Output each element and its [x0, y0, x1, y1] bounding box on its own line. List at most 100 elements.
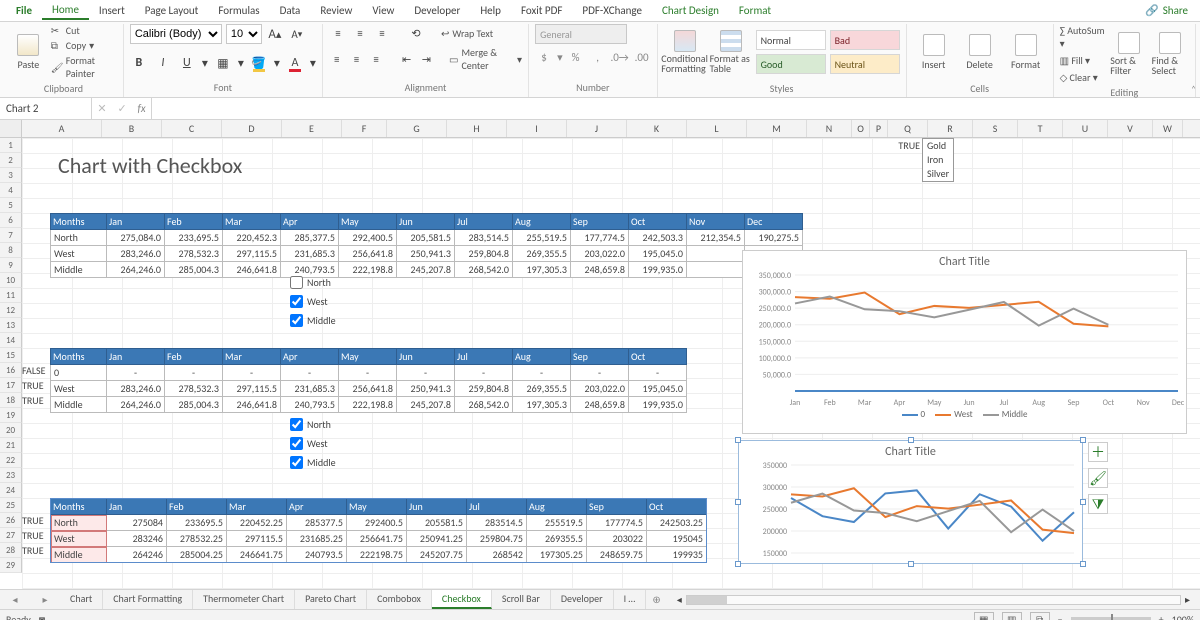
column-header[interactable]: P: [870, 120, 888, 137]
borders-button[interactable]: ▦: [214, 54, 232, 72]
tab-home[interactable]: Home: [42, 1, 89, 20]
comma-button[interactable]: ,: [589, 48, 607, 66]
tab-review[interactable]: Review: [310, 2, 362, 19]
increase-indent-button[interactable]: ⇥: [418, 50, 434, 68]
merge-center-button[interactable]: ▭Merge & Center ▾: [449, 46, 522, 72]
paste-button[interactable]: Paste: [10, 24, 47, 80]
orientation-button[interactable]: ⟲: [407, 24, 425, 42]
find-select-button[interactable]: Find & Select: [1152, 26, 1189, 82]
font-color-button[interactable]: A: [286, 54, 304, 72]
sort-filter-button[interactable]: Sort & Filter: [1110, 26, 1147, 82]
column-header[interactable]: D: [222, 120, 282, 137]
data-table-3[interactable]: MonthsJanFebMarAprMayJunJulAugSepOctNort…: [50, 498, 707, 563]
column-header[interactable]: K: [627, 120, 687, 137]
enter-formula-button[interactable]: ✓: [117, 102, 126, 115]
tab-chart-design[interactable]: Chart Design: [652, 2, 729, 19]
data-table-1[interactable]: MonthsJanFebMarAprMayJunJulAugSepOctNovD…: [50, 213, 803, 278]
align-center-button[interactable]: ≡: [349, 50, 365, 68]
style-normal[interactable]: Normal: [756, 30, 826, 50]
column-header[interactable]: F: [342, 120, 387, 137]
zoom-level[interactable]: 100%: [1172, 613, 1194, 620]
column-header[interactable]: N: [807, 120, 852, 137]
style-bad[interactable]: Bad: [830, 30, 900, 50]
checkbox-north-1[interactable]: North: [290, 276, 336, 289]
align-bottom-button[interactable]: ≡: [373, 24, 391, 42]
column-headers[interactable]: ABCDEFGHIJKLMNOPQRSTUVW: [0, 120, 1200, 138]
tab-format[interactable]: Format: [729, 2, 781, 19]
align-left-button[interactable]: ≡: [329, 50, 345, 68]
bold-button[interactable]: B: [130, 54, 148, 72]
insert-cells-button[interactable]: Insert: [913, 24, 955, 80]
copy-button[interactable]: ⧉Copy ▾: [51, 39, 117, 52]
style-neutral[interactable]: Neutral: [830, 54, 900, 74]
list-item[interactable]: Iron: [923, 153, 953, 167]
column-header[interactable]: W: [1153, 120, 1183, 137]
tab-pdfxchange[interactable]: PDF-XChange: [572, 2, 652, 19]
checkbox-west-2[interactable]: West: [290, 437, 336, 450]
view-page-layout-button[interactable]: ▥: [1002, 612, 1022, 620]
view-page-break-button[interactable]: ⧉: [1030, 612, 1050, 620]
select-all-corner[interactable]: [0, 120, 22, 137]
sheet-tab[interactable]: Developer: [551, 590, 614, 609]
fx-button[interactable]: fx: [137, 102, 145, 115]
collapse-ribbon-button[interactable]: ˄: [1191, 84, 1196, 95]
align-top-button[interactable]: ≡: [329, 24, 347, 42]
zoom-out-button[interactable]: −: [1058, 613, 1063, 620]
tab-insert[interactable]: Insert: [89, 2, 135, 19]
decrease-decimal-button[interactable]: .00: [633, 48, 651, 66]
column-header[interactable]: C: [162, 120, 222, 137]
shrink-font-button[interactable]: A▾: [288, 25, 306, 43]
tab-page-layout[interactable]: Page Layout: [135, 2, 209, 19]
list-item[interactable]: Silver: [923, 167, 953, 181]
column-header[interactable]: E: [282, 120, 342, 137]
data-table-2[interactable]: MonthsJanFebMarAprMayJunJulAugSepOct0---…: [50, 348, 687, 413]
row-headers[interactable]: 1234567891011121314151617181920212223242…: [0, 138, 22, 573]
delete-cells-button[interactable]: Delete: [959, 24, 1001, 80]
align-middle-button[interactable]: ≡: [351, 24, 369, 42]
checkbox-middle-1[interactable]: Middle: [290, 314, 336, 327]
format-as-table-button[interactable]: Format as Table: [710, 24, 752, 80]
column-header[interactable]: Q: [888, 120, 928, 137]
column-header[interactable]: S: [973, 120, 1018, 137]
metals-list[interactable]: Gold Iron Silver: [922, 138, 954, 182]
list-item[interactable]: Gold: [923, 139, 953, 153]
autosum-button[interactable]: ∑ AutoSum ▾: [1060, 24, 1107, 50]
horizontal-scrollbar[interactable]: ◂▸: [667, 593, 1200, 606]
column-header[interactable]: L: [687, 120, 747, 137]
tab-developer[interactable]: Developer: [404, 2, 470, 19]
sheet-tab[interactable]: Combobox: [367, 590, 432, 609]
cancel-formula-button[interactable]: ✕: [97, 102, 106, 115]
column-header[interactable]: R: [928, 120, 973, 137]
grow-font-button[interactable]: A▴: [266, 25, 284, 43]
underline-button[interactable]: U: [178, 54, 196, 72]
decrease-indent-button[interactable]: ⇤: [399, 50, 415, 68]
chart-filters-button[interactable]: ⧩: [1088, 494, 1108, 514]
font-name-select[interactable]: Calibri (Body): [130, 24, 222, 44]
checkbox-middle-2[interactable]: Middle: [290, 456, 336, 469]
font-size-select[interactable]: 10: [226, 24, 262, 44]
zoom-in-button[interactable]: +: [1159, 613, 1164, 620]
column-header[interactable]: H: [447, 120, 507, 137]
column-header[interactable]: I: [507, 120, 567, 137]
worksheet-area[interactable]: 1234567891011121314151617181920212223242…: [0, 138, 1200, 590]
style-good[interactable]: Good: [756, 54, 826, 74]
view-normal-button[interactable]: ▦: [974, 612, 994, 620]
sheet-tab[interactable]: Pareto Chart: [295, 590, 367, 609]
column-header[interactable]: T: [1018, 120, 1063, 137]
format-cells-button[interactable]: Format: [1005, 24, 1047, 80]
conditional-formatting-button[interactable]: Conditional Formatting: [664, 24, 706, 80]
new-sheet-button[interactable]: ⊕: [646, 593, 666, 606]
column-header[interactable]: O: [852, 120, 870, 137]
checkbox-north-2[interactable]: North: [290, 418, 336, 431]
accounting-button[interactable]: $: [535, 48, 553, 66]
column-header[interactable]: M: [747, 120, 807, 137]
tab-view[interactable]: View: [362, 2, 404, 19]
column-header[interactable]: J: [567, 120, 627, 137]
tab-formulas[interactable]: Formulas: [208, 2, 269, 19]
sheet-tab[interactable]: Chart: [60, 590, 103, 609]
chart-1[interactable]: Chart Title 50,000.0100,000.0150,000.020…: [742, 250, 1187, 434]
column-header[interactable]: B: [102, 120, 162, 137]
fill-button[interactable]: ▥ Fill ▾: [1060, 54, 1107, 67]
fill-color-button[interactable]: 🪣: [250, 54, 268, 72]
column-header[interactable]: A: [22, 120, 102, 137]
